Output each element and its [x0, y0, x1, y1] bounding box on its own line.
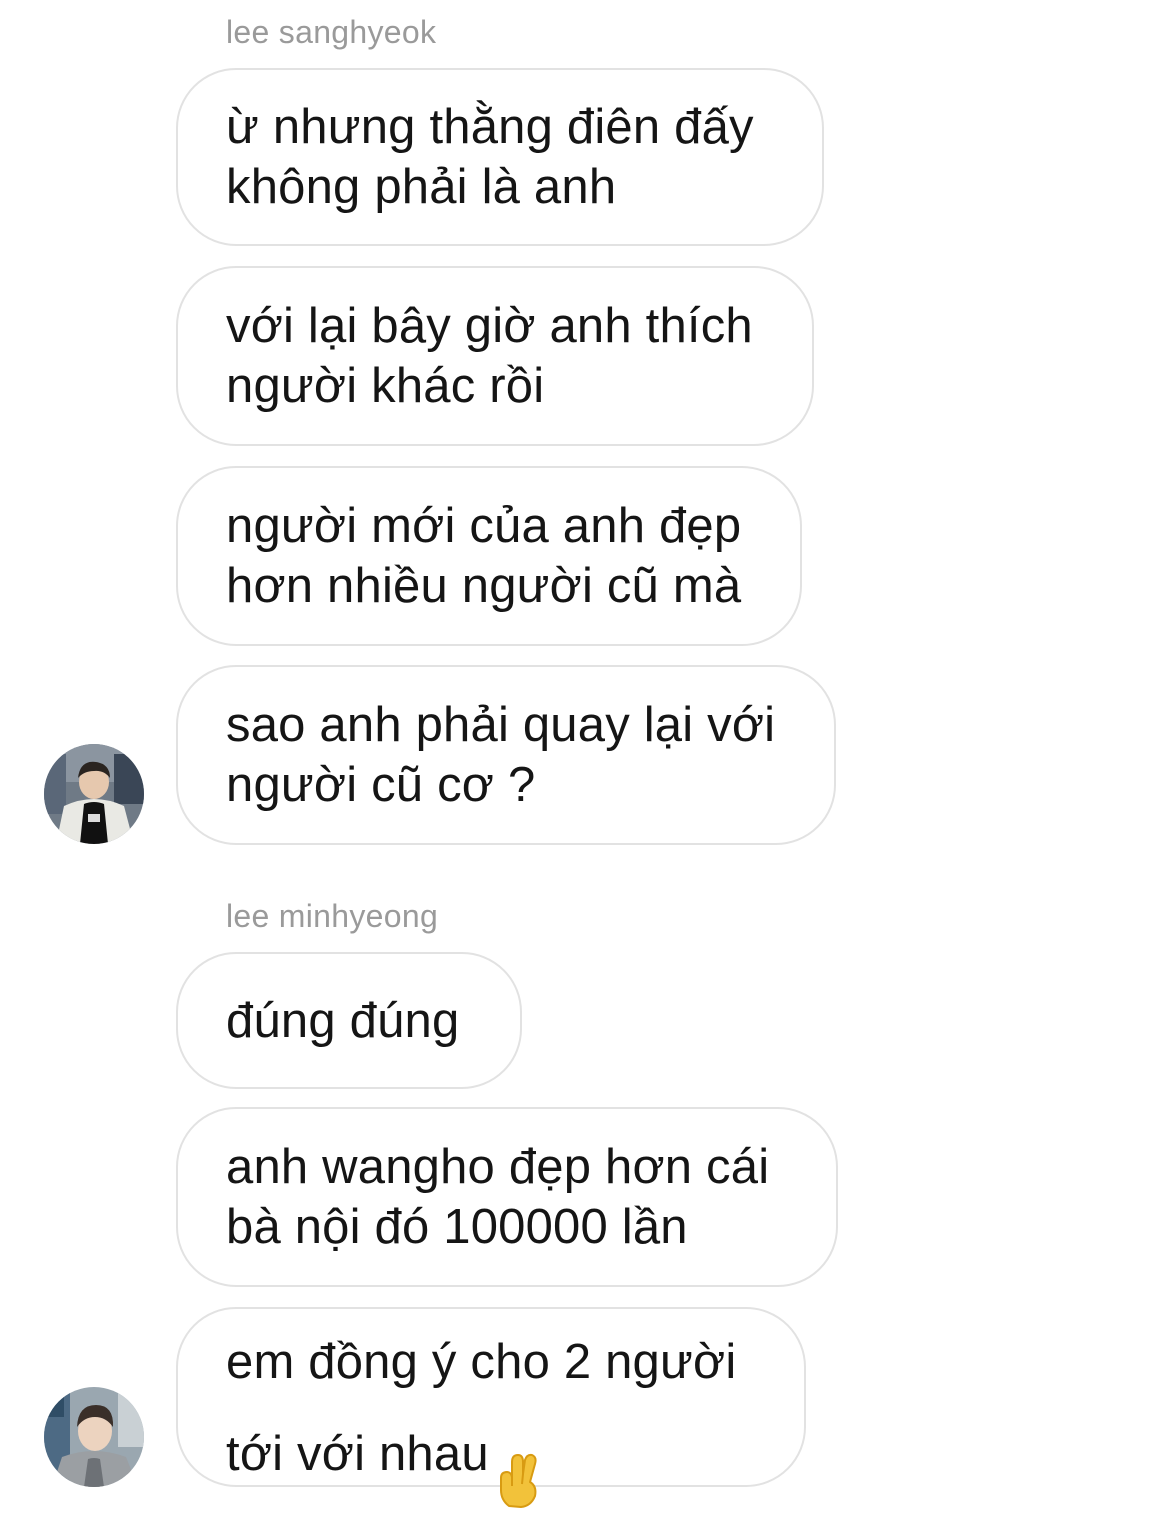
avatar[interactable]	[44, 744, 144, 844]
sender-name: lee minhyeong	[226, 898, 439, 934]
message-text-content: em đồng ý cho 2 người tới với nhau	[226, 1335, 737, 1481]
sender-name: lee sanghyeok	[226, 14, 437, 50]
message-bubble[interactable]: anh wangho đẹp hơn cái bà nội đó 100000 …	[176, 1107, 838, 1287]
message-text: sao anh phải quay lại với người cũ cơ ?	[226, 698, 776, 812]
message-bubble[interactable]: sao anh phải quay lại với người cũ cơ ?	[176, 665, 836, 845]
message-text: anh wangho đẹp hơn cái bà nội đó 100000 …	[226, 1140, 770, 1254]
avatar[interactable]	[44, 1387, 144, 1487]
message-text: người mới của anh đẹp hơn nhiều người cũ…	[226, 499, 742, 613]
message-bubble[interactable]: người mới của anh đẹp hơn nhiều người cũ…	[176, 466, 802, 646]
message-text: em đồng ý cho 2 người tới với nhau	[226, 1272, 736, 1522]
message-text: với lại bây giờ anh thích người khác rồi	[226, 299, 753, 413]
message-text: ừ nhưng thằng điên đấy không phải là anh	[226, 100, 754, 214]
crossed-fingers-emoji-icon	[495, 1392, 543, 1522]
message-text: đúng đúng	[226, 993, 460, 1048]
message-bubble[interactable]: với lại bây giờ anh thích người khác rồi	[176, 266, 814, 446]
message-bubble[interactable]: đúng đúng	[176, 952, 522, 1089]
message-bubble[interactable]: ừ nhưng thằng điên đấy không phải là anh	[176, 68, 824, 246]
avatar-photo-minhyeong	[44, 1387, 144, 1487]
avatar-photo-sanghyeok	[44, 744, 144, 844]
message-bubble[interactable]: em đồng ý cho 2 người tới với nhau	[176, 1307, 806, 1508]
